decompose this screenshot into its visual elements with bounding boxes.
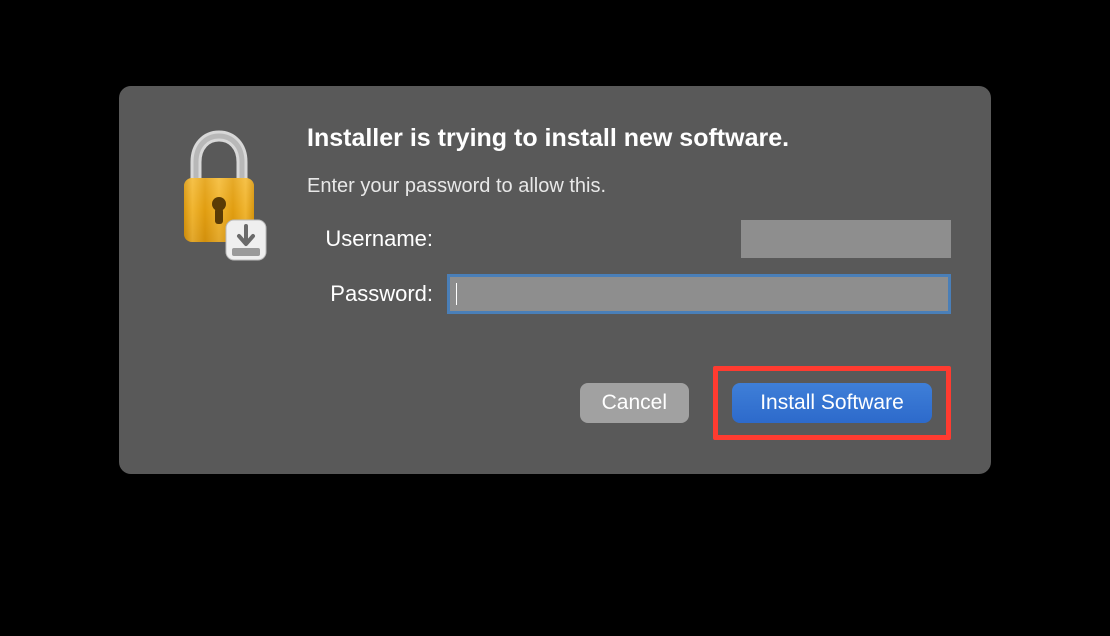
username-field-highlight <box>741 220 951 258</box>
dialog-content: Installer is trying to install new softw… <box>307 124 951 440</box>
username-value-area[interactable] <box>447 220 741 258</box>
dialog-icon-column <box>159 124 279 440</box>
username-label: Username: <box>307 226 447 252</box>
dialog-title: Installer is trying to install new softw… <box>307 124 951 153</box>
password-row: Password: <box>307 274 951 314</box>
install-button-highlight: Install Software <box>713 366 951 440</box>
install-software-button[interactable]: Install Software <box>732 383 932 423</box>
cancel-button[interactable]: Cancel <box>580 383 689 423</box>
auth-dialog: Installer is trying to install new softw… <box>119 86 991 474</box>
username-row: Username: <box>307 220 951 258</box>
password-label: Password: <box>307 281 447 307</box>
lock-installer-icon <box>164 128 274 273</box>
dialog-subtitle: Enter your password to allow this. <box>307 175 951 198</box>
username-field[interactable] <box>447 220 951 258</box>
dialog-button-row: Cancel Install Software <box>307 366 951 440</box>
password-field[interactable] <box>447 274 951 314</box>
